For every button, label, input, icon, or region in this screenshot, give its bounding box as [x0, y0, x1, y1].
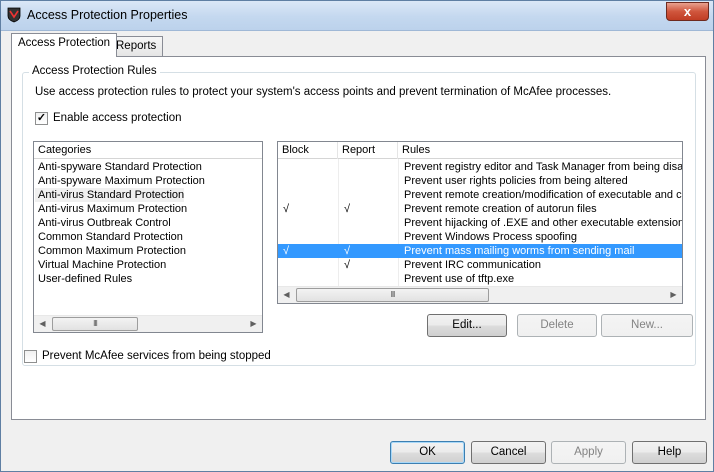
block-cell: [283, 160, 333, 174]
report-cell: [344, 188, 394, 202]
scroll-right-arrow-icon[interactable]: ▶: [665, 287, 682, 303]
rules-header: Block Report Rules: [278, 142, 682, 159]
ok-button[interactable]: OK: [390, 441, 465, 464]
cancel-button[interactable]: Cancel: [471, 441, 546, 464]
rule-name-cell: Prevent mass mailing worms from sending …: [404, 245, 635, 257]
scroll-right-arrow-icon[interactable]: ▶: [245, 316, 262, 332]
prevent-services-stop-checkbox[interactable]: [24, 350, 37, 363]
categories-list[interactable]: Categories Anti-spyware Standard Protect…: [33, 141, 263, 333]
report-cell: [344, 230, 394, 244]
categories-column-header[interactable]: Categories: [34, 142, 262, 159]
rule-name-cell: Prevent Windows Process spoofing: [404, 231, 578, 243]
rule-row[interactable]: Prevent registry editor and Task Manager…: [278, 160, 682, 174]
rules-column-header[interactable]: Rules: [398, 142, 682, 159]
apply-button[interactable]: Apply: [551, 441, 626, 464]
category-item[interactable]: User-defined Rules: [35, 272, 132, 286]
category-item[interactable]: Anti-virus Maximum Protection: [35, 202, 187, 216]
category-item[interactable]: Anti-virus Standard Protection: [35, 188, 185, 202]
block-cell: [283, 174, 333, 188]
block-cell: √: [283, 203, 290, 215]
rules-description: Use access protection rules to protect y…: [35, 86, 612, 98]
category-item[interactable]: Anti-spyware Standard Protection: [35, 160, 202, 174]
mcafee-shield-icon: [7, 7, 21, 23]
rules-list[interactable]: Block Report Rules Prevent registry edit…: [277, 141, 683, 304]
group-legend: Access Protection Rules: [29, 65, 160, 77]
rule-name-cell: Prevent registry editor and Task Manager…: [404, 161, 683, 173]
rule-name-cell: Prevent use of tftp.exe: [404, 273, 515, 285]
prevent-services-stop-label: Prevent McAfee services from being stopp…: [42, 350, 271, 362]
scroll-thumb[interactable]: III: [52, 317, 138, 331]
rule-row[interactable]: Prevent user rights policies from being …: [278, 174, 682, 188]
block-cell: [283, 188, 333, 202]
tab-access-protection[interactable]: Access Protection: [11, 33, 118, 57]
new-rule-button[interactable]: New...: [601, 314, 693, 337]
tab-reports[interactable]: Reports: [109, 36, 164, 57]
rule-name-cell: Prevent user rights policies from being …: [404, 175, 628, 187]
block-cell: [283, 216, 333, 230]
category-item[interactable]: Anti-virus Outbreak Control: [35, 216, 171, 230]
dialog-body: Access Protection Reports Access Protect…: [1, 31, 713, 471]
rule-row[interactable]: Prevent hijacking of .EXE and other exec…: [278, 216, 682, 230]
report-cell: [344, 272, 394, 286]
block-cell: [283, 258, 333, 272]
rule-row[interactable]: √ Prevent IRC communication: [278, 258, 682, 272]
rule-name-cell: Prevent remote creation/modification of …: [404, 189, 682, 201]
title-bar: Access Protection Properties x: [1, 1, 713, 31]
report-cell: √: [344, 203, 351, 215]
categories-header: Categories: [34, 142, 262, 159]
block-cell: √: [283, 245, 290, 257]
rule-row[interactable]: √ √ Prevent remote creation of autorun fil…: [278, 202, 682, 216]
rule-row[interactable]: Prevent use of tftp.exe: [278, 272, 682, 286]
report-cell: [344, 174, 394, 188]
rule-name-cell: Prevent IRC communication: [404, 259, 541, 271]
rule-row[interactable]: Prevent Windows Process spoofing: [278, 230, 682, 244]
block-column-header[interactable]: Block: [278, 142, 338, 159]
report-cell: [344, 160, 394, 174]
help-button[interactable]: Help: [632, 441, 707, 464]
block-cell: [283, 272, 333, 286]
rules-horizontal-scrollbar[interactable]: ◀ III ▶: [278, 286, 682, 303]
category-item[interactable]: Anti-spyware Maximum Protection: [35, 174, 205, 188]
report-column-header[interactable]: Report: [338, 142, 398, 159]
enable-access-protection-label: Enable access protection: [53, 112, 182, 124]
rule-name-cell: Prevent remote creation of autorun files: [404, 203, 597, 215]
category-item[interactable]: Common Standard Protection: [35, 230, 183, 244]
rule-name-cell: Prevent hijacking of .EXE and other exec…: [404, 217, 683, 229]
close-button[interactable]: x: [666, 2, 709, 21]
category-item[interactable]: Virtual Machine Protection: [35, 258, 166, 272]
delete-button[interactable]: Delete: [517, 314, 597, 337]
report-cell: √: [344, 245, 351, 257]
category-item[interactable]: Common Maximum Protection: [35, 244, 186, 258]
rule-row[interactable]: √ √ Prevent mass mailing worms from sendin…: [278, 244, 682, 258]
access-protection-panel: Access Protection Rules Use access prote…: [11, 56, 706, 420]
block-cell: [283, 230, 333, 244]
enable-access-protection-checkbox[interactable]: ✓: [35, 112, 48, 125]
scroll-thumb[interactable]: III: [296, 288, 489, 302]
categories-horizontal-scrollbar[interactable]: ◀ III ▶: [34, 315, 262, 332]
rule-row[interactable]: Prevent remote creation/modification of …: [278, 188, 682, 202]
access-protection-rules-group: Access Protection Rules Use access prote…: [22, 65, 696, 366]
scroll-left-arrow-icon[interactable]: ◀: [34, 316, 51, 332]
report-cell: [344, 216, 394, 230]
properties-window: Access Protection Properties x Access Pr…: [0, 0, 714, 472]
scroll-left-arrow-icon[interactable]: ◀: [278, 287, 295, 303]
report-cell: √: [344, 259, 351, 271]
window-title: Access Protection Properties: [27, 8, 188, 22]
edit-button[interactable]: Edit...: [427, 314, 507, 337]
